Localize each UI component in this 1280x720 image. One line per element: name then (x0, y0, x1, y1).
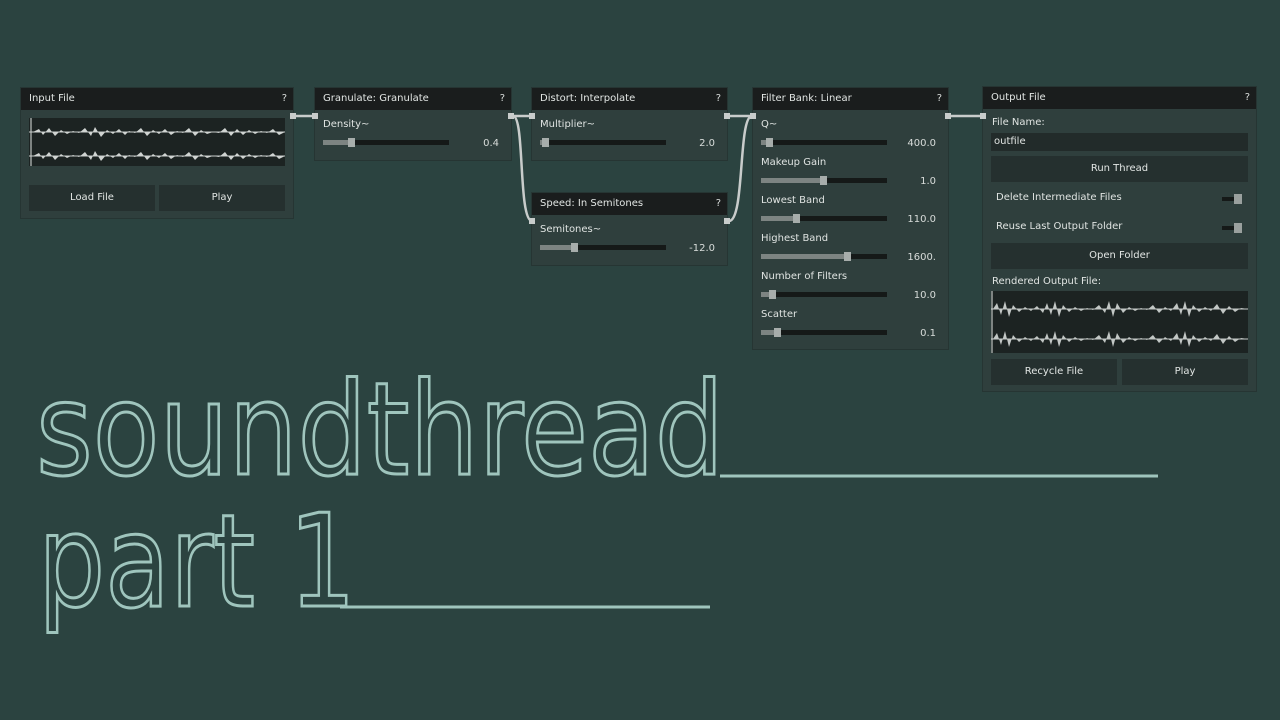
title-line-2: part 1 (38, 488, 356, 637)
title-line-1: soundthread (36, 356, 724, 505)
title-overlay: soundthread part 1 (35, 355, 1158, 639)
